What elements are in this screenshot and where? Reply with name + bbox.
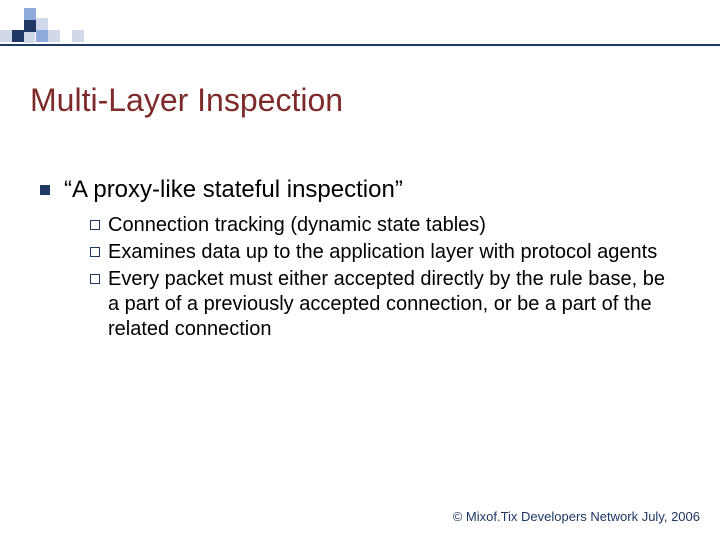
filled-square-bullet-icon <box>40 185 50 195</box>
deco-square <box>24 8 36 20</box>
sub-bullet-list: Connection tracking (dynamic state table… <box>90 213 680 342</box>
deco-square <box>36 18 48 30</box>
copyright-footer: © Mixof.Tix Developers Network July, 200… <box>453 509 700 524</box>
bullet-level2: Every packet must either accepted direct… <box>90 267 680 342</box>
deco-square <box>72 30 84 42</box>
deco-square <box>36 30 48 42</box>
corner-decoration <box>0 0 120 50</box>
hollow-square-bullet-icon <box>90 220 100 230</box>
deco-square <box>0 30 12 42</box>
deco-square <box>48 30 60 42</box>
bullet-level2: Examines data up to the application laye… <box>90 240 680 265</box>
sub-bullet-text: Connection tracking (dynamic state table… <box>108 213 486 238</box>
hollow-square-bullet-icon <box>90 247 100 257</box>
header-rule <box>0 44 720 46</box>
hollow-square-bullet-icon <box>90 274 100 284</box>
sub-bullet-text: Every packet must either accepted direct… <box>108 267 680 342</box>
bullet-level1: “A proxy-like stateful inspection” Conne… <box>40 176 680 342</box>
slide-title: Multi-Layer Inspection <box>30 82 343 119</box>
deco-square <box>24 32 35 43</box>
sub-bullet-text: Examines data up to the application laye… <box>108 240 657 265</box>
bullet-text: “A proxy-like stateful inspection” <box>64 176 403 205</box>
bullet-level2: Connection tracking (dynamic state table… <box>90 213 680 238</box>
deco-square <box>12 30 24 42</box>
slide-body: “A proxy-like stateful inspection” Conne… <box>40 176 680 350</box>
deco-square <box>24 20 36 32</box>
